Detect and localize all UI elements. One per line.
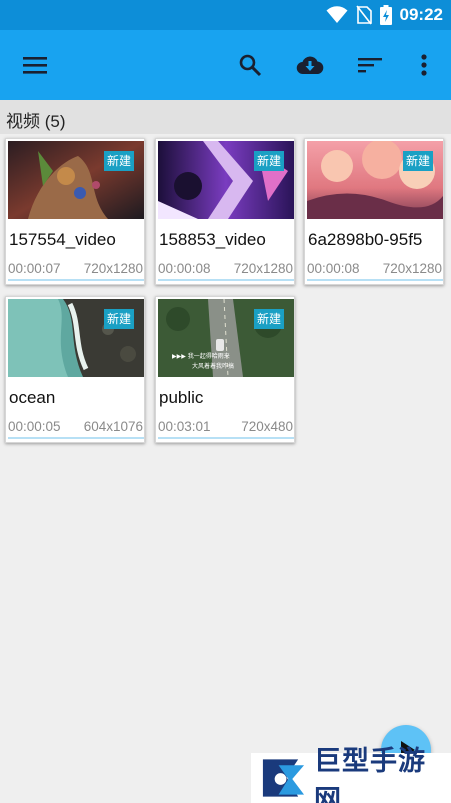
video-card[interactable]: 新建 157554_video 00:00:07 720x1280: [5, 138, 145, 285]
cloud-download-button[interactable]: [288, 43, 332, 87]
video-card[interactable]: ▶▶▶ 我一起得哈雨来 大风着着我咋搞 新建 public 00:03:01 7…: [155, 296, 295, 443]
card-divider: [8, 279, 144, 281]
menu-icon: [23, 57, 47, 74]
video-thumbnail: 新建: [8, 299, 144, 377]
sort-button[interactable]: [348, 43, 392, 87]
status-bar: 09:22: [0, 0, 451, 30]
card-divider: [158, 279, 294, 281]
clock: 09:22: [399, 5, 443, 24]
watermark: 巨型手游网: [251, 746, 451, 803]
new-badge: 新建: [103, 309, 134, 329]
video-resolution: 720x1280: [83, 261, 143, 276]
new-badge: 新建: [402, 151, 433, 171]
video-card[interactable]: 新建 158853_video 00:00:08 720x1280: [155, 138, 295, 285]
wifi-icon: [326, 6, 348, 23]
card-divider: [8, 437, 144, 439]
video-duration: 00:03:01: [158, 419, 211, 434]
video-subtitle: 大风着着我咋搞: [192, 363, 235, 370]
video-title: ocean: [9, 388, 56, 407]
video-title: public: [159, 388, 204, 407]
video-thumbnail: 新建: [158, 141, 294, 219]
app-toolbar: [0, 30, 451, 100]
video-subtitle: ▶▶▶ 我一起得哈雨来: [172, 353, 230, 360]
video-title: 157554_video: [9, 230, 116, 249]
battery-charging-icon: [379, 5, 392, 25]
video-thumbnail: 新建: [307, 141, 443, 219]
video-title: 158853_video: [159, 230, 266, 249]
video-resolution: 720x1280: [382, 261, 442, 276]
video-title: 6a2898b0-95f5: [308, 230, 423, 249]
more-options-button[interactable]: [402, 43, 446, 87]
new-badge: 新建: [103, 151, 134, 171]
search-button[interactable]: [228, 43, 272, 87]
more-vert-icon: [421, 54, 427, 76]
new-badge: 新建: [253, 309, 284, 329]
video-resolution: 720x1280: [233, 261, 293, 276]
video-thumbnail: 新建: [8, 141, 144, 219]
watermark-text: 巨型手游网: [313, 746, 426, 803]
watermark-logo-icon: [262, 759, 305, 797]
new-badge: 新建: [253, 151, 284, 171]
section-title: 视频 (5): [6, 112, 66, 131]
section-header: 视频 (5): [0, 100, 451, 134]
search-icon: [239, 54, 262, 77]
video-duration: 00:00:07: [8, 261, 61, 276]
video-duration: 00:00:08: [158, 261, 211, 276]
video-card[interactable]: 新建 6a2898b0-95f5 00:00:08 720x1280: [304, 138, 444, 285]
no-sim-icon: [355, 5, 372, 25]
sort-icon: [358, 58, 382, 73]
video-resolution: 720x480: [241, 419, 293, 434]
menu-button[interactable]: [13, 43, 57, 87]
card-divider: [307, 279, 443, 281]
video-duration: 00:00:08: [307, 261, 360, 276]
video-thumbnail: ▶▶▶ 我一起得哈雨来 大风着着我咋搞 新建: [158, 299, 294, 377]
video-resolution: 604x1076: [83, 419, 143, 434]
video-card[interactable]: 新建 ocean 00:00:05 604x1076: [5, 296, 145, 443]
cloud-download-icon: [296, 56, 324, 75]
card-divider: [158, 437, 294, 439]
video-duration: 00:00:05: [8, 419, 61, 434]
